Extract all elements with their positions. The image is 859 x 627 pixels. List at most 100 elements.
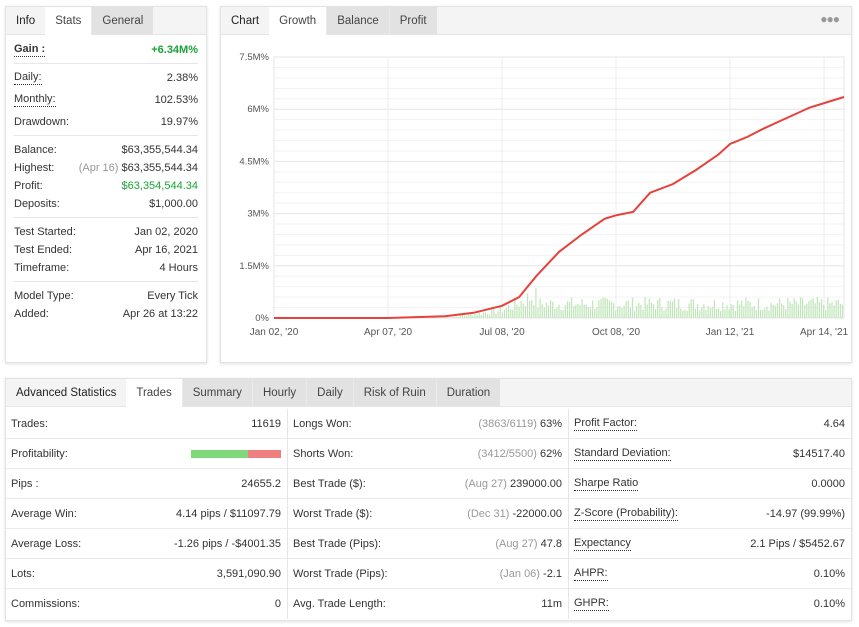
tab-info[interactable]: Info (6, 7, 45, 34)
stat-label[interactable]: Z-Score (Probability): (574, 507, 678, 521)
deposits-label: Deposits: (14, 198, 60, 210)
volume-bar (652, 304, 655, 318)
balance-label: Balance: (14, 144, 57, 156)
volume-bar (636, 305, 638, 318)
stat-label[interactable]: GHPR: (574, 597, 609, 611)
stat-row: Worst Trade (Pips): (Jan 06) -2.1 (288, 559, 568, 589)
model-type-value: Every Tick (147, 290, 198, 302)
tab-general[interactable]: General (91, 7, 154, 34)
volume-bar (493, 308, 495, 318)
stat-label[interactable]: Sharpe Ratio (574, 477, 639, 491)
test-ended-row: Test Ended: Apr 16, 2021 (14, 241, 198, 259)
x-tick-label: Jan 12, '21 (706, 327, 755, 338)
volume-bar (657, 299, 659, 318)
test-started-value: Jan 02, 2020 (134, 226, 198, 238)
stat-row: Profitability: (6, 439, 287, 469)
highest-label: Highest: (14, 162, 55, 174)
tab-stats[interactable]: Stats (45, 7, 92, 36)
monthly-label[interactable]: Monthly: (14, 92, 56, 107)
volume-bar (791, 303, 793, 318)
growth-chart: 0% 1.5M% 3M% 4.5M% 6M% 7.5M% Jan 02, '20 Apr 0… (239, 52, 848, 338)
tab-daily[interactable]: Daily (306, 379, 353, 406)
stat-row: GHPR: 0.10% (569, 589, 851, 619)
model-type-row: Model Type: Every Tick (14, 287, 198, 305)
drawdown-value: 19.97% (160, 116, 198, 128)
volume-bar (583, 304, 585, 318)
stat-label[interactable]: Profit Factor: (574, 417, 637, 431)
volume-bar (634, 310, 636, 318)
volume-bar (806, 303, 808, 318)
daily-label[interactable]: Daily: (14, 70, 42, 85)
volume-bar (732, 305, 734, 318)
stat-note: (3863/6119) (478, 417, 537, 430)
stat-label[interactable]: AHPR: (574, 567, 608, 581)
volume-bar (585, 304, 587, 318)
volume-bar (661, 307, 663, 318)
stat-row: Lots: 3,591,090.90 (6, 559, 287, 589)
tab-trades[interactable]: Trades (126, 379, 182, 408)
tab-growth[interactable]: Growth (269, 7, 327, 36)
more-dots-icon[interactable]: ●●● (808, 7, 851, 34)
trades-column-1: Trades: 11619 Profitability: Pips : 24655.2 A… (6, 409, 287, 619)
gain-label[interactable]: Gain : (14, 42, 46, 57)
highest-row: Highest: (Apr 16) $63,355,544.34 (14, 159, 198, 177)
volume-bar (818, 302, 820, 318)
tab-hourly[interactable]: Hourly (251, 379, 307, 406)
stat-row: Best Trade ($): (Aug 27) 239000.00 (288, 469, 568, 499)
stat-value: 0.10% (813, 567, 845, 580)
volume-bar (592, 300, 594, 318)
profit-value: $63,354,544.34 (121, 180, 198, 192)
highest-value: $63,355,544.34 (121, 162, 198, 174)
volume-bar (539, 298, 541, 318)
volume-bar (602, 297, 604, 318)
volume-bar (537, 307, 539, 318)
stat-value: 3,591,090.90 (216, 567, 281, 580)
divider (14, 135, 198, 136)
highest-date: (Apr 16) (78, 162, 119, 174)
stat-label[interactable]: Expectancy (574, 537, 631, 551)
volume-bar (697, 304, 699, 318)
test-started-label: Test Started: (14, 226, 76, 238)
tab-balance[interactable]: Balance (326, 7, 389, 34)
volume-bar (713, 299, 715, 318)
volume-bar (556, 307, 558, 318)
y-tick-label: 0% (255, 313, 269, 324)
tab-chart[interactable]: Chart (221, 7, 269, 34)
x-tick-label: Oct 08, '20 (592, 327, 640, 338)
volume-bars (445, 288, 844, 318)
stat-value-group: 11m (541, 598, 562, 610)
volume-bar (495, 313, 497, 318)
volume-bar (749, 301, 751, 318)
volume-bar (648, 298, 650, 318)
test-ended-value: Apr 16, 2021 (135, 244, 198, 256)
volume-bar (629, 307, 631, 318)
volume-bar (705, 310, 707, 318)
test-started-row: Test Started: Jan 02, 2020 (14, 223, 198, 241)
volume-bar (558, 304, 560, 318)
volume-bar (783, 305, 785, 318)
tab-profit[interactable]: Profit (388, 7, 437, 34)
stat-label: Worst Trade (Pips): (293, 567, 388, 580)
volume-bar (720, 310, 722, 318)
tab-summary[interactable]: Summary (181, 379, 252, 406)
y-tick-label: 7.5M% (239, 52, 269, 63)
drawdown-row: Drawdown: 19.97% (14, 113, 198, 131)
volume-bar (753, 305, 755, 318)
stat-label[interactable]: Standard Deviation: (574, 447, 671, 461)
volume-bar (833, 305, 835, 318)
volume-bar (610, 301, 613, 318)
volume-bar (472, 315, 474, 318)
tab-duration[interactable]: Duration (435, 379, 501, 406)
stat-row: Commissions: 0 (6, 589, 287, 619)
volume-bar (699, 310, 701, 318)
tab-risk-of-ruin[interactable]: Risk of Ruin (352, 379, 436, 406)
volume-bar (526, 293, 529, 318)
stat-row: Average Win: 4.14 pips / $11097.79 (6, 499, 287, 529)
stat-row: Avg. Trade Length: 11m (288, 589, 568, 619)
stat-row: Shorts Won: (3412/5500) 62% (288, 439, 568, 469)
added-row: Added: Apr 26 at 13:22 (14, 305, 198, 323)
tab-advanced-statistics[interactable]: Advanced Statistics (6, 379, 126, 406)
volume-bar (741, 300, 743, 318)
stat-value: -2.1 (543, 567, 562, 580)
volume-bar (562, 310, 564, 318)
